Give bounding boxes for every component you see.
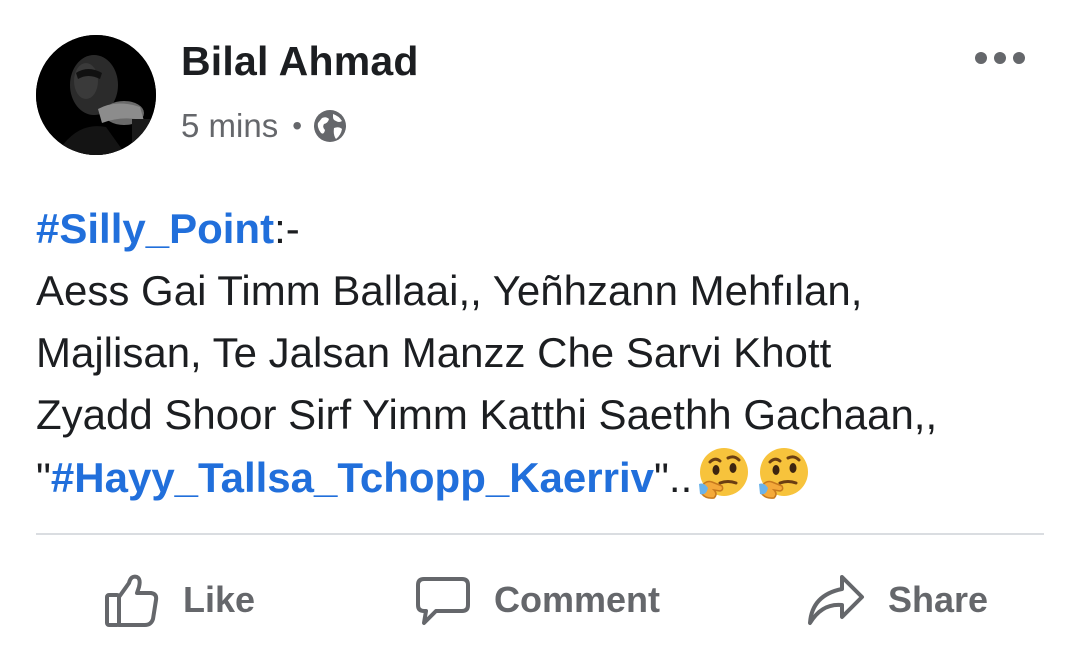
comment-bubble-icon (414, 571, 472, 629)
divider (36, 533, 1044, 535)
feed-post: Bilal Ahmad 5 mins • #Silly_Point:- Aess… (0, 0, 1080, 672)
post-line: Aess Gai Timm Ballaai,, Yeñhzann Mehfıla… (36, 267, 863, 314)
meta-separator: • (292, 110, 303, 141)
hashtag-link[interactable]: #Hayy_Tallsa_Tchopp_Kaerriv (51, 454, 654, 501)
avatar-photo (36, 35, 156, 155)
post-line: #Silly_Point:- (36, 198, 1056, 260)
post-actions-bar: Like Comment Share (0, 560, 1080, 640)
post-line: Zyadd Shoor Sirf Yimm Katthi Saethh Gach… (36, 391, 938, 438)
more-options-icon (975, 52, 1025, 64)
like-label: Like (183, 579, 256, 620)
thinking-face-emoji-icon (756, 446, 812, 519)
post-body: #Silly_Point:- Aess Gai Timm Ballaai,, Y… (36, 198, 1056, 508)
comment-button[interactable]: Comment (414, 560, 660, 640)
quote-close: ".. (654, 454, 693, 501)
avatar[interactable] (36, 35, 156, 155)
hashtag-link[interactable]: #Silly_Point (36, 205, 274, 252)
globe-icon[interactable] (312, 108, 348, 144)
more-options-button[interactable] (970, 42, 1030, 74)
post-line: Majlisan, Te Jalsan Manzz Che Sarvi Khot… (36, 329, 832, 376)
share-button[interactable]: Share (806, 560, 988, 640)
post-meta: 5 mins • (181, 104, 348, 148)
like-button[interactable]: Like (103, 560, 255, 640)
share-arrow-icon (806, 571, 866, 629)
post-timestamp[interactable]: 5 mins (181, 107, 278, 145)
thinking-face-emoji-icon (696, 446, 752, 519)
share-label: Share (888, 579, 989, 620)
quote-open: " (36, 454, 51, 501)
comment-label: Comment (494, 579, 661, 620)
author-name[interactable]: Bilal Ahmad (181, 38, 419, 85)
post-text-segment: :- (274, 205, 300, 252)
post-line: "#Hayy_Tallsa_Tchopp_Kaerriv".. (36, 446, 1056, 508)
thumbs-up-icon (103, 571, 161, 629)
